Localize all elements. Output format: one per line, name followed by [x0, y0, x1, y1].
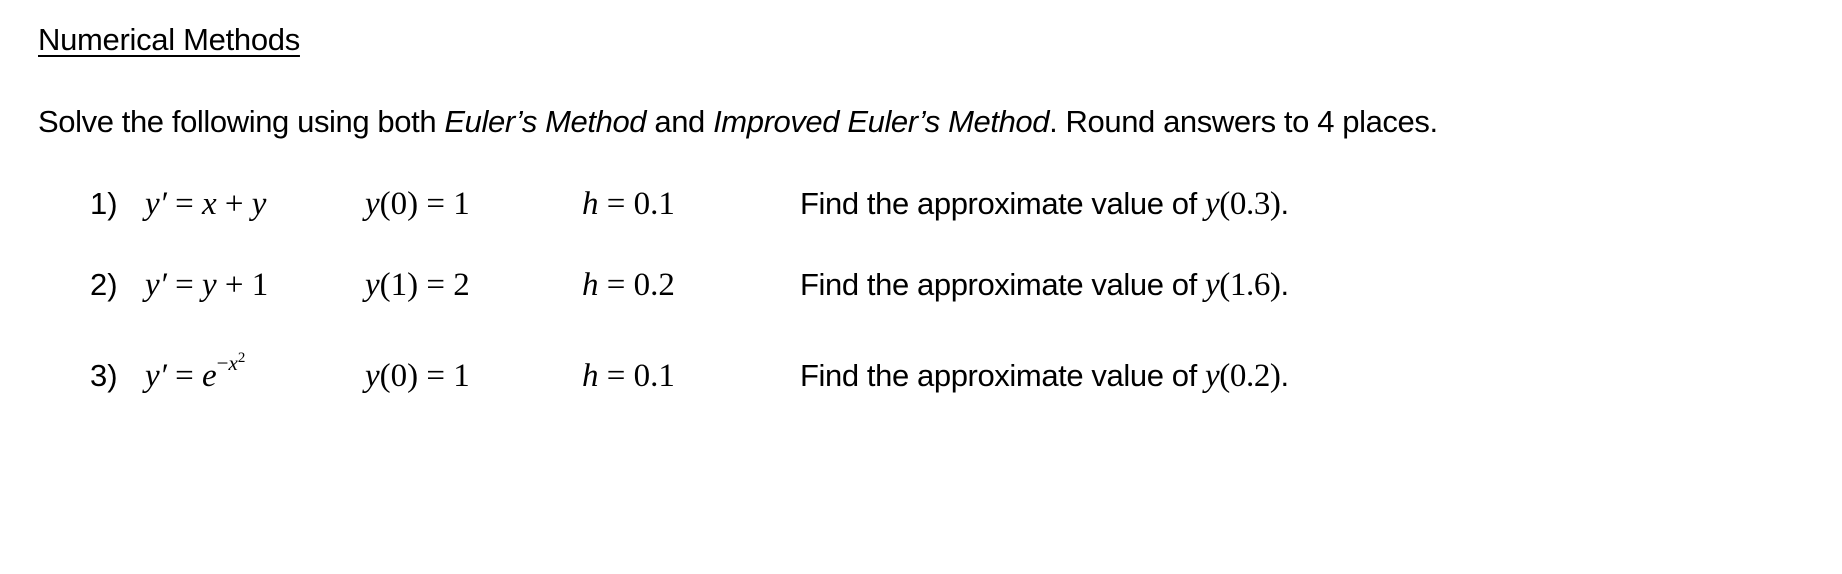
- find-period: .: [1280, 186, 1290, 221]
- ic-operator: =: [418, 358, 454, 394]
- step-variable: h: [582, 358, 599, 394]
- instructions-suffix: . Round answers to 4 places.: [1049, 104, 1438, 139]
- problem-number: 2): [90, 267, 118, 302]
- find-text: Find the approximate value of: [800, 267, 1206, 302]
- equation-term: y: [251, 186, 267, 222]
- exponent: −x2: [217, 351, 246, 375]
- ic-function: y: [365, 186, 380, 222]
- problem-number: 3): [90, 358, 118, 393]
- find-instruction: Find the approximate value of y(1.6).: [800, 267, 1289, 304]
- find-function: y: [1205, 358, 1220, 394]
- step-operator: =: [598, 358, 634, 394]
- step-value: 0.2: [633, 267, 675, 303]
- find-argument: (0.2): [1219, 358, 1281, 394]
- instructions-prefix: Solve the following using both: [38, 104, 445, 139]
- initial-condition: y(0) = 1: [365, 358, 470, 395]
- initial-condition: y(1) = 2: [365, 267, 470, 304]
- find-text: Find the approximate value of: [800, 186, 1206, 221]
- method-improved-euler: Improved Euler’s Method: [713, 104, 1050, 139]
- ic-value: 1: [453, 186, 470, 222]
- equation-lhs: y′: [145, 267, 167, 303]
- ic-operator: =: [418, 267, 454, 303]
- step-operator: =: [598, 267, 634, 303]
- equation-operator: =: [166, 267, 202, 303]
- equation-term: x: [202, 186, 217, 222]
- step-variable: h: [582, 267, 599, 303]
- ic-argument: (0): [379, 358, 419, 394]
- exponent-variable: x: [228, 351, 238, 375]
- step-size: h = 0.1: [582, 186, 675, 223]
- find-function: y: [1205, 186, 1220, 222]
- differential-equation: y′ = y + 1: [145, 267, 268, 304]
- problem-number: 1): [90, 186, 118, 221]
- step-variable: h: [582, 186, 599, 222]
- find-argument: (1.6): [1219, 267, 1281, 303]
- problem-3: 3) y′ = e−x2 y(0) = 1 h = 0.1 Find the a…: [0, 351, 1842, 402]
- step-value: 0.1: [633, 186, 675, 222]
- find-function: y: [1205, 267, 1220, 303]
- problem-2: 2) y′ = y + 1 y(1) = 2 h = 0.2 Find the …: [0, 267, 1842, 311]
- ic-argument: (1): [379, 267, 419, 303]
- equation-operator: =: [166, 358, 202, 394]
- equation-lhs: y′: [145, 186, 167, 222]
- exponent-sign: −: [216, 351, 229, 375]
- initial-condition: y(0) = 1: [365, 186, 470, 223]
- find-instruction: Find the approximate value of y(0.2).: [800, 358, 1289, 395]
- differential-equation: y′ = e−x2: [145, 351, 245, 395]
- equation-term: y: [202, 267, 217, 303]
- find-instruction: Find the approximate value of y(0.3).: [800, 186, 1289, 223]
- ic-argument: (0): [379, 186, 419, 222]
- exponent-power: 2: [237, 350, 246, 366]
- equation-operator: +: [216, 186, 252, 222]
- find-period: .: [1280, 358, 1290, 393]
- step-size: h = 0.2: [582, 267, 675, 304]
- find-period: .: [1280, 267, 1290, 302]
- ic-function: y: [365, 358, 380, 394]
- problem-1: 1) y′ = x + y y(0) = 1 h = 0.1 Find the …: [0, 186, 1842, 230]
- find-text: Find the approximate value of: [800, 358, 1206, 393]
- equation-lhs: y′: [145, 358, 167, 394]
- ic-operator: =: [418, 186, 454, 222]
- document-title: Numerical Methods: [38, 22, 300, 57]
- method-euler: Euler’s Method: [444, 104, 647, 139]
- step-size: h = 0.1: [582, 358, 675, 395]
- ic-value: 1: [453, 358, 470, 394]
- step-operator: =: [598, 186, 634, 222]
- step-value: 0.1: [633, 358, 675, 394]
- equation-operator: =: [166, 186, 202, 222]
- ic-function: y: [365, 267, 380, 303]
- equation-term: 1: [251, 267, 269, 303]
- equation-operator: +: [216, 267, 252, 303]
- find-argument: (0.3): [1219, 186, 1281, 222]
- instructions: Solve the following using both Euler’s M…: [38, 104, 1438, 140]
- differential-equation: y′ = x + y: [145, 186, 266, 223]
- ic-value: 2: [453, 267, 470, 303]
- exponential-base: e: [202, 358, 217, 394]
- instructions-connector: and: [646, 104, 714, 139]
